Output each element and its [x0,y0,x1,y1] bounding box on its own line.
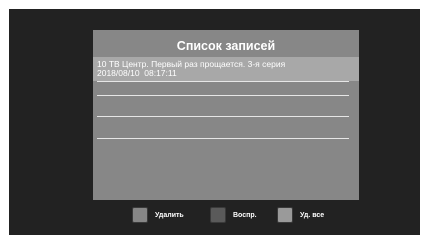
tv-screen: Список записей 10 ТВ Центр. Первый раз п… [9,9,420,235]
delete-all-button[interactable]: Уд. все [277,207,324,223]
recordings-list-panel: Список записей 10 ТВ Центр. Первый раз п… [93,30,359,200]
play-button-label: Воспр. [233,211,257,219]
delete-color-key-icon [132,207,148,223]
list-divider [97,81,349,82]
footer-button-bar: Удалить Воспр. Уд. все [9,207,420,225]
delete-all-color-key-icon [277,207,293,223]
list-divider [97,138,349,139]
recording-item[interactable]: 10 ТВ Центр. Первый раз прощается. 3-я с… [93,57,359,81]
list-divider [97,95,349,96]
delete-button[interactable]: Удалить [132,207,184,223]
delete-all-button-label: Уд. все [300,211,325,219]
delete-button-label: Удалить [155,211,184,219]
recording-datetime: 2018/08/10 08:17:11 [97,68,177,78]
list-divider [97,116,349,117]
play-color-key-icon [210,207,226,223]
play-button[interactable]: Воспр. [210,207,257,223]
panel-title: Список записей [176,39,276,53]
